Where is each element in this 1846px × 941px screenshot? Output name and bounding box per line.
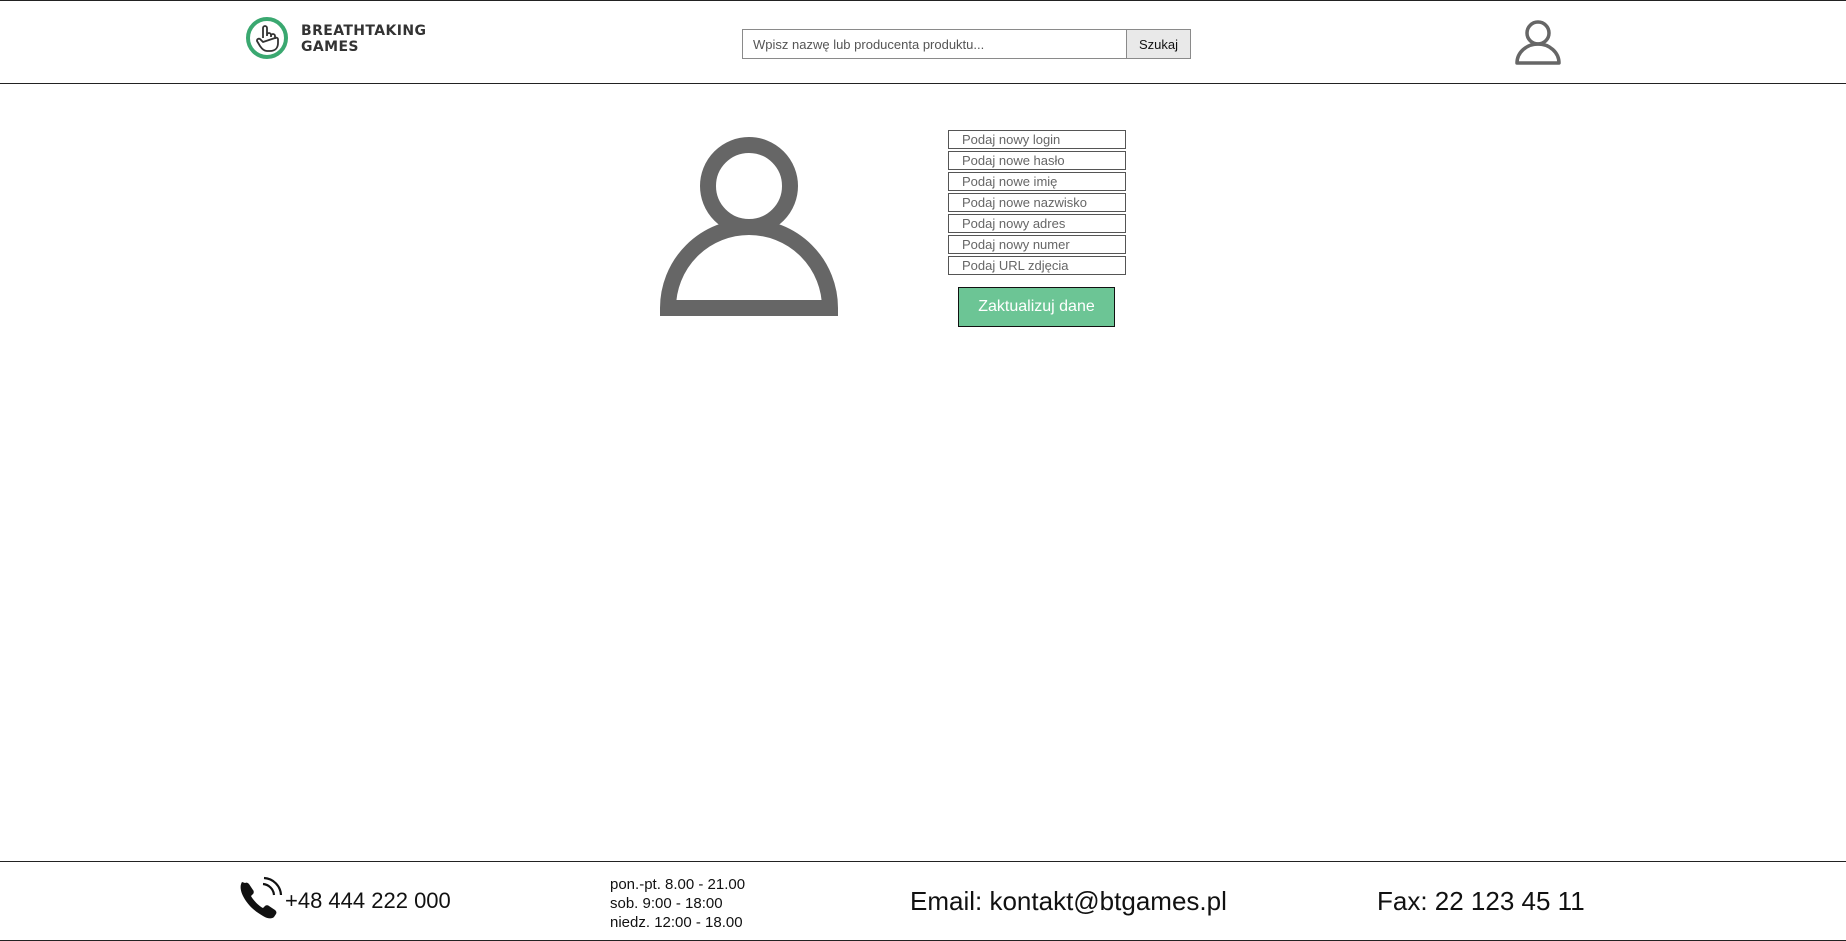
hand-pointer-icon (246, 17, 288, 59)
phone-icon (236, 876, 284, 922)
logo-line-1: BREATHTAKING (301, 23, 427, 39)
search-input[interactable] (742, 29, 1126, 59)
opening-hours: pon.-pt. 8.00 - 21.00 sob. 9:00 - 18:00 … (610, 875, 745, 932)
new-login-field[interactable] (948, 130, 1126, 149)
logo-text: BREATHTAKING GAMES (301, 23, 426, 55)
fax-number: Fax: 22 123 45 11 (1377, 886, 1585, 916)
profile-update-form (948, 130, 1126, 277)
site-logo[interactable]: BREATHTAKING GAMES (246, 17, 446, 67)
hours-saturday: sob. 9:00 - 18:00 (610, 895, 723, 912)
photo-url-field[interactable] (948, 256, 1126, 275)
hours-sunday: niedz. 12:00 - 18.00 (610, 914, 743, 931)
new-last-name-field[interactable] (948, 193, 1126, 212)
search-button[interactable]: Szukaj (1126, 29, 1191, 59)
logo-line-2: GAMES (301, 39, 359, 55)
new-address-field[interactable] (948, 214, 1126, 233)
user-icon[interactable] (1514, 19, 1562, 65)
new-first-name-field[interactable] (948, 172, 1126, 191)
site-footer: +48 444 222 000 pon.-pt. 8.00 - 21.00 so… (0, 861, 1846, 941)
hours-weekdays: pon.-pt. 8.00 - 21.00 (610, 876, 746, 893)
new-password-field[interactable] (948, 151, 1126, 170)
update-data-button[interactable]: Zaktualizuj dane (958, 287, 1115, 327)
phone-number: +48 444 222 000 (285, 888, 451, 913)
user-avatar-icon (659, 136, 839, 316)
search-bar: Szukaj (742, 29, 1191, 59)
new-phone-number-field[interactable] (948, 235, 1126, 254)
contact-email: Email: kontakt@btgames.pl (910, 886, 1227, 916)
site-header: BREATHTAKING GAMES Szukaj (0, 0, 1846, 84)
